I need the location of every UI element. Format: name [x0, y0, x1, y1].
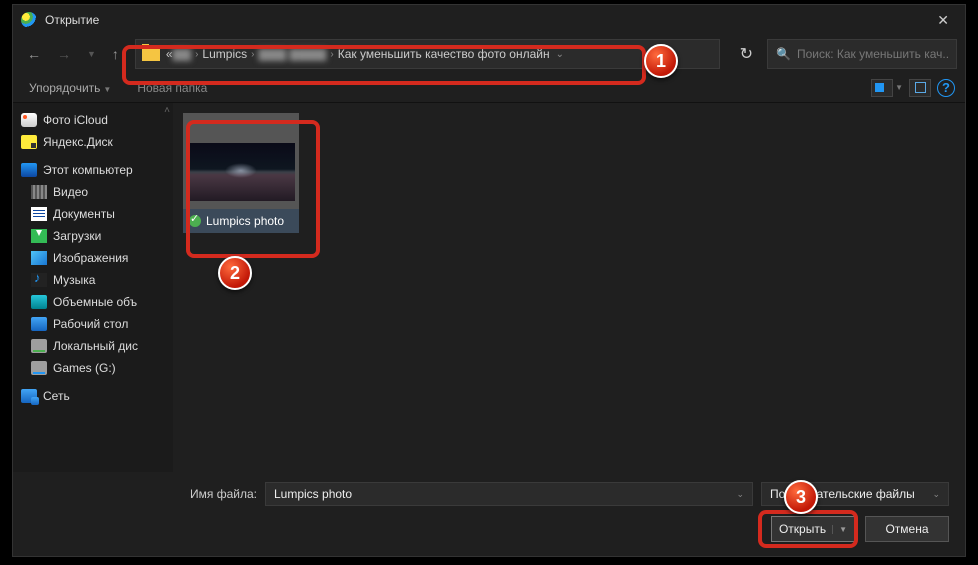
chevron-right-icon: › — [191, 49, 202, 60]
pc-icon — [21, 163, 37, 177]
chevron-down-icon[interactable]: ⌄ — [932, 489, 940, 500]
net-icon — [21, 389, 37, 403]
sidebar-item[interactable]: Games (G:) — [13, 357, 173, 379]
file-area[interactable]: Lumpics photo — [173, 103, 965, 472]
sidebar-item-label: Загрузки — [53, 229, 101, 243]
sidebar-item-label: Изображения — [53, 251, 128, 265]
sidebar-item[interactable]: Яндекс.Диск — [13, 131, 173, 153]
search-placeholder: Поиск: Как уменьшить кач... — [797, 47, 948, 61]
thumbnail-image — [187, 143, 295, 201]
chevron-right-icon: › — [326, 49, 337, 60]
sidebar-item-label: Видео — [53, 185, 88, 199]
search-input[interactable]: 🔍 Поиск: Как уменьшить кач... — [767, 39, 957, 69]
view-mode-button[interactable] — [871, 79, 893, 97]
chevron-right-icon: › — [247, 49, 258, 60]
sidebar-item[interactable]: Видео — [13, 181, 173, 203]
gm-icon — [31, 361, 47, 375]
organize-button[interactable]: Упорядочить▼ — [23, 77, 117, 99]
sidebar-item[interactable]: Локальный дис — [13, 335, 173, 357]
sidebar-item-label: Музыка — [53, 273, 95, 287]
disk-icon — [31, 339, 47, 353]
sidebar-item-label: Этот компьютер — [43, 163, 133, 177]
folder-icon — [142, 47, 160, 61]
sidebar-item-label: Фото iCloud — [43, 113, 108, 127]
scroll-up-icon[interactable]: ˄ — [164, 105, 170, 116]
open-split-icon[interactable]: ▼ — [832, 525, 847, 534]
sidebar-item[interactable]: Музыка — [13, 269, 173, 291]
cancel-button[interactable]: Отмена — [865, 516, 949, 542]
sidebar-item-label: Рабочий стол — [53, 317, 128, 331]
sidebar-item[interactable]: Этот компьютер — [13, 159, 173, 181]
window-title: Открытие — [45, 13, 99, 27]
breadcrumb-prefix: « — [166, 47, 173, 61]
address-bar[interactable]: « ▇▇ › Lumpics › ▇▇▇ ▇▇▇▇ › Как уменьшит… — [135, 39, 720, 69]
forward-button[interactable]: → — [51, 42, 77, 66]
breadcrumb-seg-current[interactable]: Как уменьшить качество фото онлайн — [338, 47, 550, 61]
sidebar-item-label: Сеть — [43, 389, 70, 403]
sync-ok-icon — [189, 215, 201, 227]
file-thumbnail[interactable]: Lumpics photo — [183, 113, 299, 233]
img-icon — [31, 251, 47, 265]
titlebar: Открытие ✕ — [13, 5, 965, 35]
filename-input[interactable]: Lumpics photo ⌄ — [265, 482, 753, 506]
file-name: Lumpics photo — [206, 214, 284, 228]
app-icon — [21, 12, 37, 28]
help-button[interactable]: ? — [937, 79, 955, 97]
filetype-select[interactable]: Пользовательские файлы ⌄ — [761, 482, 949, 506]
breadcrumb-blur1: ▇▇ — [173, 47, 191, 61]
nav-row: ← → ▼ ↑ « ▇▇ › Lumpics › ▇▇▇ ▇▇▇▇ › Как … — [13, 35, 965, 73]
refresh-button[interactable]: ↻ — [730, 40, 763, 68]
close-icon[interactable]: ✕ — [929, 8, 957, 33]
address-history-dropdown[interactable]: ⌄ — [550, 49, 570, 60]
open-dialog: Открытие ✕ ← → ▼ ↑ « ▇▇ › Lumpics › ▇▇▇ … — [12, 4, 966, 557]
icloud-icon — [21, 113, 37, 127]
sidebar-item-label: Локальный дис — [53, 339, 138, 353]
filename-label: Имя файла: — [29, 487, 257, 501]
vid-icon — [31, 185, 47, 199]
sidebar-item[interactable]: Объемные объ — [13, 291, 173, 313]
sidebar-item[interactable]: Фото iCloud — [13, 109, 173, 131]
sidebar-item-label: Объемные объ — [53, 295, 137, 309]
dl-icon — [31, 229, 47, 243]
search-icon: 🔍 — [776, 47, 791, 61]
toolbar: Упорядочить▼ Новая папка ▼ ? — [13, 73, 965, 103]
up-button[interactable]: ↑ — [106, 42, 125, 66]
sidebar-item-label: Games (G:) — [53, 361, 116, 375]
history-dropdown[interactable]: ▼ — [81, 45, 102, 63]
sidebar-item-label: Яндекс.Диск — [43, 135, 113, 149]
mus-icon — [31, 273, 47, 287]
sidebar-item[interactable]: Рабочий стол — [13, 313, 173, 335]
preview-pane-button[interactable] — [909, 79, 931, 97]
desk-icon — [31, 317, 47, 331]
view-dropdown[interactable]: ▼ — [895, 83, 903, 92]
yd-icon — [21, 135, 37, 149]
sidebar-item[interactable]: Документы — [13, 203, 173, 225]
footer: Имя файла: Lumpics photo ⌄ Пользовательс… — [13, 472, 965, 556]
open-button[interactable]: Открыть ▼ — [771, 516, 855, 542]
sidebar-item[interactable]: Сеть — [13, 385, 173, 407]
breadcrumb-blur2: ▇▇▇ ▇▇▇▇ — [258, 47, 326, 61]
new-folder-button[interactable]: Новая папка — [131, 77, 213, 99]
sidebar-item[interactable]: Загрузки — [13, 225, 173, 247]
breadcrumb-seg-lumpics[interactable]: Lumpics — [202, 47, 247, 61]
3d-icon — [31, 295, 47, 309]
doc-icon — [31, 207, 47, 221]
sidebar-item-label: Документы — [53, 207, 115, 221]
file-label: Lumpics photo — [183, 209, 299, 233]
chevron-down-icon[interactable]: ⌄ — [736, 489, 744, 500]
back-button[interactable]: ← — [21, 42, 47, 66]
sidebar-item[interactable]: Изображения — [13, 247, 173, 269]
sidebar: ˄ Фото iCloud Яндекс.Диск Этот компьютер Ви… — [13, 103, 173, 472]
